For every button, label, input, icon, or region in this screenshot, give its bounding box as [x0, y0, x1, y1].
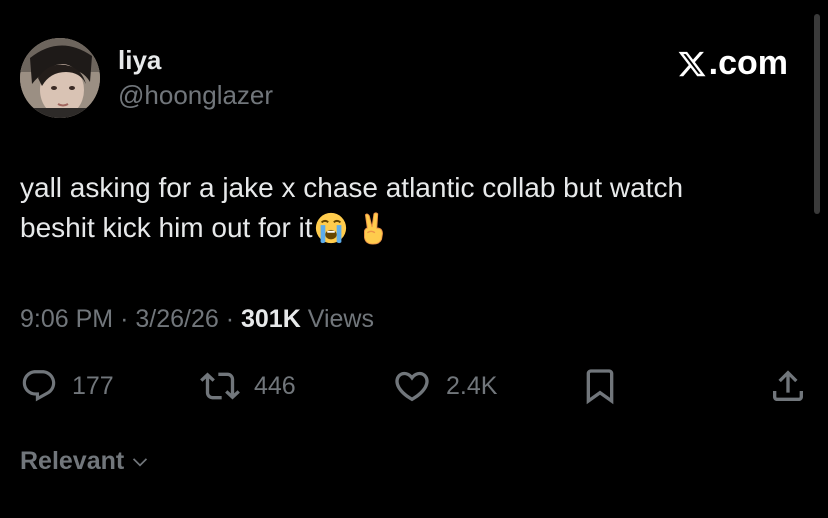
- scrollbar[interactable]: [814, 14, 820, 214]
- tweet-card: liya @hoonglazer .com yall asking for a …: [0, 0, 828, 518]
- share-icon: [773, 370, 803, 401]
- meta-separator: ·: [120, 305, 129, 333]
- x-logo-icon: [678, 51, 706, 76]
- avatar[interactable]: [20, 38, 100, 118]
- tweet-text-line-2-container: beshit kick him out for it: [20, 208, 800, 248]
- loudly-crying-face-icon: [315, 212, 346, 244]
- action-bar: 177 446 2.4K: [0, 362, 828, 410]
- meta-separator: ·: [225, 305, 235, 333]
- reply-count: 177: [72, 371, 114, 400]
- tweet-date[interactable]: 3/26/26: [135, 305, 218, 333]
- repost-icon: [200, 372, 240, 400]
- tweet-text-line-2: beshit kick him out for it: [20, 212, 313, 243]
- brand-watermark: .com: [677, 44, 788, 83]
- sort-label: Relevant: [20, 447, 125, 475]
- chevron-down-icon: [133, 457, 148, 467]
- like-count: 2.4K: [446, 371, 498, 400]
- repost-count: 446: [254, 371, 296, 400]
- author-handle[interactable]: @hoonglazer: [118, 80, 273, 110]
- bookmark-button[interactable]: [580, 362, 620, 410]
- heart-icon: [395, 371, 429, 402]
- reply-icon: [22, 370, 56, 402]
- reply-button[interactable]: 177: [20, 362, 114, 410]
- repost-button[interactable]: 446: [200, 362, 296, 410]
- bookmark-icon: [586, 369, 614, 405]
- brand-label: .com: [708, 44, 788, 82]
- tweet-time[interactable]: 9:06 PM: [20, 305, 113, 333]
- sort-dropdown[interactable]: Relevant: [20, 447, 150, 476]
- tweet-meta: 9:06 PM · 3/26/26 · 301K Views: [20, 304, 374, 334]
- tweet-text-line-1: yall asking for a jake x chase atlantic …: [20, 172, 684, 203]
- views-count: 301K: [241, 305, 301, 333]
- share-button[interactable]: [768, 362, 808, 410]
- victory-hand-icon: [363, 212, 383, 245]
- author-display-name[interactable]: liya: [118, 45, 161, 75]
- views-label: Views: [307, 305, 374, 333]
- avatar-image: [20, 38, 100, 118]
- like-button[interactable]: 2.4K: [392, 362, 497, 410]
- tweet-text: yall asking for a jake x chase atlantic …: [20, 168, 800, 248]
